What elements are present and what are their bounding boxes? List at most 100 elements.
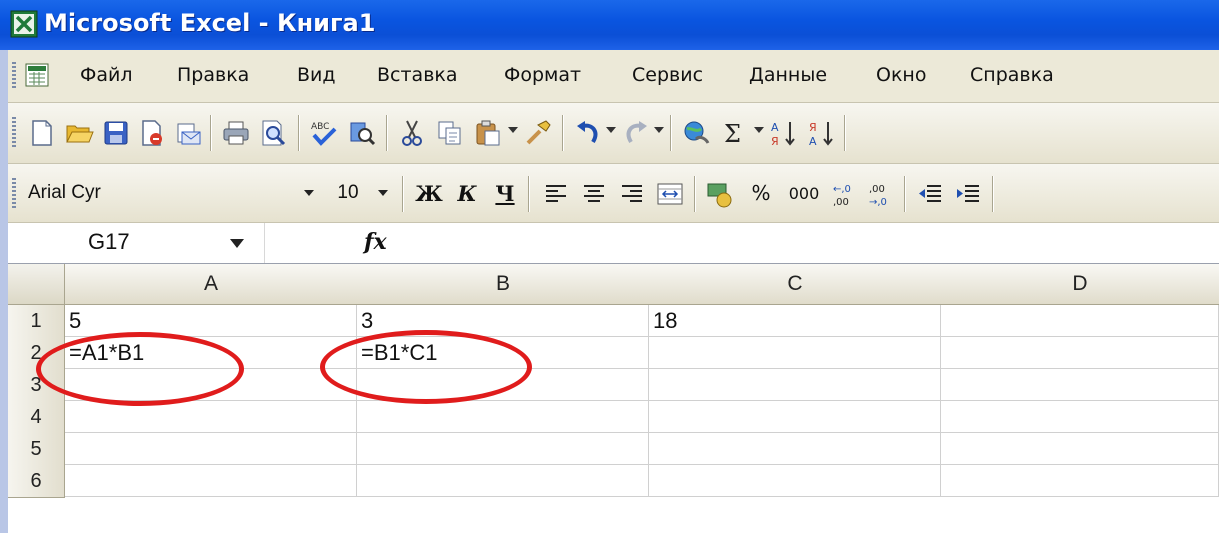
paste-icon[interactable]: [472, 117, 504, 149]
select-all-corner[interactable]: [8, 264, 65, 305]
cell-c2[interactable]: [649, 337, 941, 369]
toolbar-grip[interactable]: [12, 117, 16, 147]
cell-b2[interactable]: =B1*C1: [357, 337, 649, 369]
row-header-2[interactable]: 2: [8, 337, 65, 370]
menu-edit[interactable]: Правка: [177, 64, 249, 86]
align-center-icon[interactable]: [578, 178, 610, 210]
column-header-b[interactable]: B: [357, 264, 650, 305]
workbook-icon[interactable]: [24, 62, 50, 88]
undo-icon[interactable]: [572, 117, 604, 149]
increase-decimal-icon[interactable]: ←,0,00: [830, 178, 862, 210]
font-size-field[interactable]: 10: [328, 177, 368, 209]
redo-dropdown-arrow[interactable]: [654, 127, 664, 133]
decrease-indent-icon[interactable]: [914, 178, 946, 210]
decrease-decimal-icon[interactable]: ,00 →,0: [866, 178, 898, 210]
font-size-dropdown[interactable]: [372, 177, 394, 209]
cell-b1[interactable]: 3: [357, 305, 649, 337]
thousands-button[interactable]: 000: [782, 177, 826, 209]
undo-dropdown-arrow[interactable]: [606, 127, 616, 133]
column-header-a[interactable]: A: [65, 264, 358, 305]
cell-c1[interactable]: 18: [649, 305, 941, 337]
bold-button[interactable]: Ж: [412, 177, 446, 209]
chevron-down-icon: [378, 190, 388, 196]
merge-center-icon[interactable]: [654, 178, 686, 210]
cell-c4[interactable]: [649, 401, 941, 433]
menu-data[interactable]: Данные: [749, 64, 827, 86]
menu-file[interactable]: Файл: [80, 64, 133, 86]
new-icon[interactable]: [26, 117, 58, 149]
permission-icon[interactable]: [136, 117, 168, 149]
worksheet-grid: A B C D 1 2 3 4 5 6 5 3 18 =A1*B1 =B1*C1: [8, 264, 1219, 533]
cell-d1[interactable]: [941, 305, 1219, 337]
chevron-down-icon[interactable]: [230, 239, 244, 248]
align-left-icon[interactable]: [540, 178, 572, 210]
cell-d4[interactable]: [941, 401, 1219, 433]
copy-icon[interactable]: [434, 117, 466, 149]
cell-a3[interactable]: [65, 369, 357, 401]
row-header-1[interactable]: 1: [8, 305, 65, 338]
autosum-dropdown-arrow[interactable]: [754, 127, 764, 133]
save-icon[interactable]: [100, 117, 132, 149]
underline-button[interactable]: Ч: [488, 177, 522, 209]
research-icon[interactable]: [346, 117, 378, 149]
currency-icon[interactable]: [704, 178, 736, 210]
redo-icon[interactable]: [620, 117, 652, 149]
cell-c5[interactable]: [649, 433, 941, 465]
increase-indent-icon[interactable]: [952, 178, 984, 210]
sort-ascending-icon[interactable]: АЯ: [768, 117, 800, 149]
window-title: Microsoft Excel - Книга1: [44, 9, 376, 37]
cell-a2[interactable]: =A1*B1: [65, 337, 357, 369]
row-header-5[interactable]: 5: [8, 433, 65, 466]
name-box-value: G17: [88, 229, 130, 254]
print-icon[interactable]: [220, 117, 252, 149]
cell-c6[interactable]: [649, 465, 941, 497]
menu-format[interactable]: Формат: [504, 64, 581, 86]
svg-text:А: А: [771, 121, 779, 134]
row-header-3[interactable]: 3: [8, 369, 65, 402]
column-header-c[interactable]: C: [649, 264, 942, 305]
column-header-d[interactable]: D: [941, 264, 1219, 305]
excel-app-icon[interactable]: [10, 10, 38, 38]
cell-a4[interactable]: [65, 401, 357, 433]
paste-dropdown-arrow[interactable]: [508, 127, 518, 133]
cell-b6[interactable]: [357, 465, 649, 497]
cut-icon[interactable]: [396, 117, 428, 149]
menu-insert[interactable]: Вставка: [377, 64, 458, 86]
spelling-icon[interactable]: ABC: [308, 117, 340, 149]
menu-window[interactable]: Окно: [876, 64, 926, 86]
cell-a6[interactable]: [65, 465, 357, 497]
cell-b5[interactable]: [357, 433, 649, 465]
cell-d5[interactable]: [941, 433, 1219, 465]
cell-a5[interactable]: [65, 433, 357, 465]
italic-button[interactable]: К: [450, 177, 484, 209]
format-painter-icon[interactable]: [522, 117, 554, 149]
cell-c3[interactable]: [649, 369, 941, 401]
sort-descending-icon[interactable]: ЯА: [806, 117, 838, 149]
row-header-4[interactable]: 4: [8, 401, 65, 434]
formula-input[interactable]: [390, 227, 1214, 261]
menu-help[interactable]: Справка: [970, 64, 1054, 86]
toolbar-grip[interactable]: [12, 178, 16, 208]
name-box[interactable]: G17: [8, 223, 265, 263]
cell-a1[interactable]: 5: [65, 305, 357, 337]
toolbar-separator: [528, 176, 529, 212]
print-preview-icon[interactable]: [258, 117, 290, 149]
percent-button[interactable]: %: [744, 177, 778, 209]
cell-b3[interactable]: [357, 369, 649, 401]
row-header-6[interactable]: 6: [8, 465, 65, 498]
align-right-icon[interactable]: [616, 178, 648, 210]
menu-view[interactable]: Вид: [297, 64, 336, 86]
menu-grip[interactable]: [12, 62, 16, 90]
cell-d6[interactable]: [941, 465, 1219, 497]
email-icon[interactable]: [172, 117, 204, 149]
fx-icon[interactable]: fx: [364, 229, 387, 255]
cell-d3[interactable]: [941, 369, 1219, 401]
font-name-dropdown[interactable]: [298, 177, 320, 209]
cell-b4[interactable]: [357, 401, 649, 433]
hyperlink-icon[interactable]: [680, 117, 712, 149]
menu-tools[interactable]: Сервис: [632, 64, 703, 86]
autosum-icon[interactable]: Σ: [718, 117, 750, 149]
open-icon[interactable]: [64, 117, 96, 149]
font-name-field[interactable]: Arial Cyr: [26, 177, 318, 209]
cell-d2[interactable]: [941, 337, 1219, 369]
